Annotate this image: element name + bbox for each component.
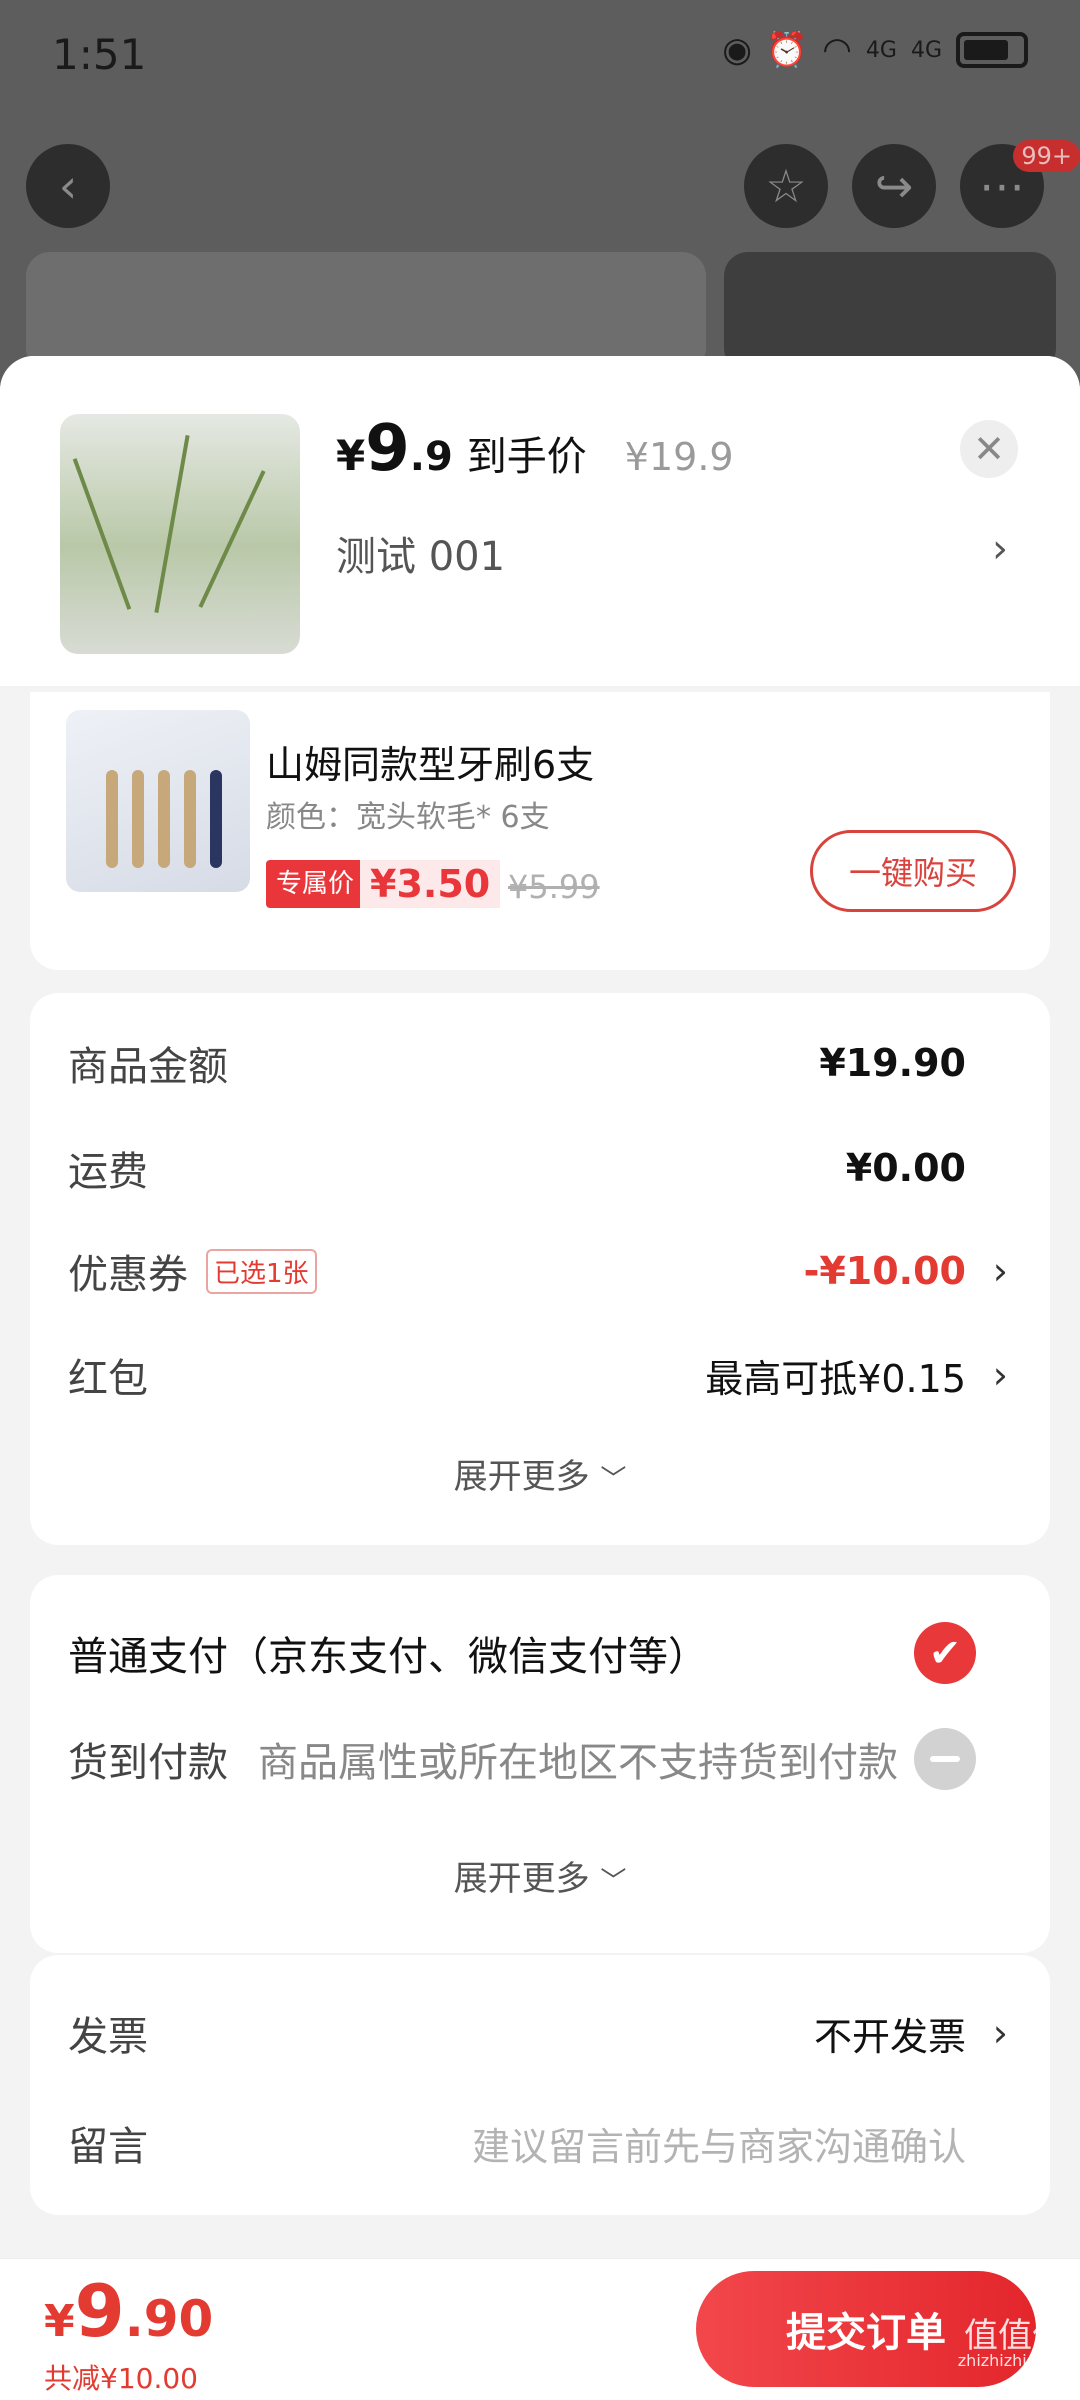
toothbrush-image	[66, 710, 250, 892]
sheet-header: ¥ 9 .9 到手价 ¥19.9 ✕ 测试 001 ›	[0, 356, 1080, 686]
status-time: 1:51	[52, 30, 147, 79]
recommend-price: ¥3.50	[360, 860, 501, 908]
back-button[interactable]: ‹	[26, 144, 110, 228]
product-thumbnail	[60, 414, 300, 654]
disabled-icon	[914, 1728, 976, 1790]
fee-row-goods: 商品金额 ¥19.90	[68, 1041, 966, 1090]
final-price-label: 到手价	[466, 434, 587, 480]
product-photo	[26, 252, 706, 372]
signal-icon: 4G	[910, 37, 942, 63]
fee-row-redpacket[interactable]: 红包 最高可抵¥0.15 ›	[68, 1345, 1012, 1405]
total-saved: 共减¥10.00	[44, 2362, 198, 2395]
chevron-right-icon[interactable]: ›	[993, 1249, 1008, 1293]
chevron-right-icon[interactable]: ›	[993, 1353, 1008, 1397]
signal-icon: 4G	[865, 37, 897, 63]
recommend-card: 山姆同款型牙刷6支 颜色：宽头软毛* 6支 专属价 ¥3.50 ¥5.99 一键…	[30, 692, 1050, 970]
payment-option-cod: 货到付款 商品属性或所在地区不支持货到付款	[68, 1728, 1012, 1790]
expand-more-button[interactable]: 展开更多 ﹀	[30, 1449, 1050, 1498]
final-price: ¥ 9 .9 到手价 ¥19.9	[336, 412, 734, 486]
expand-more-button[interactable]: 展开更多 ﹀	[30, 1851, 1050, 1900]
chevron-down-icon: ﹀	[600, 1867, 627, 1897]
status-bar: 1:51 ◉ ⏰ ◠ 4G 4G	[0, 0, 1080, 120]
one-click-buy-button[interactable]: 一键购买	[810, 830, 1016, 912]
selected-variant[interactable]: 测试 001	[336, 524, 505, 582]
battery-icon	[956, 32, 1028, 68]
chevron-right-icon[interactable]: ›	[992, 526, 1008, 572]
eye-icon: ◉	[722, 30, 752, 70]
invoice-row[interactable]: 发票 不开发票 ›	[68, 2003, 1012, 2063]
share-button[interactable]: ↪	[852, 144, 936, 228]
fee-row-coupon[interactable]: 优惠券 已选1张 -¥10.00 ›	[68, 1241, 1012, 1301]
product-photo	[724, 252, 1056, 372]
recommend-spec: 颜色：宽头软毛* 6支	[266, 800, 550, 835]
recommend-original-price: ¥5.99	[508, 868, 600, 906]
fee-card: 商品金额 ¥19.90 运费 ¥0.00 优惠券 已选1张 -¥10.00 › …	[30, 993, 1050, 1545]
fee-row-shipping: 运费 ¥0.00	[68, 1146, 966, 1195]
message-input[interactable]: 建议留言前先与商家沟通确认	[472, 2116, 966, 2171]
order-sheet: ¥ 9 .9 到手价 ¥19.9 ✕ 测试 001 › 山姆同款型牙刷6支 颜色…	[0, 356, 1080, 2400]
check-icon[interactable]: ✔	[914, 1622, 976, 1684]
coupon-selected-tag: 已选1张	[206, 1248, 317, 1294]
watermark: 值值值 zhizhizhi.com	[957, 2316, 1066, 2370]
total-price: ¥ 9 .90	[44, 2269, 214, 2353]
checkout-bar: ¥ 9 .90 共减¥10.00 提交订单 值值值 zhizhizhi.com	[0, 2258, 1080, 2400]
status-icons: ◉ ⏰ ◠ 4G 4G	[722, 30, 1028, 70]
notification-badge: 99+	[1013, 140, 1080, 172]
chevron-right-icon[interactable]: ›	[993, 2011, 1008, 2055]
close-button[interactable]: ✕	[960, 420, 1018, 478]
exclusive-price-tag: 专属价	[266, 860, 365, 908]
alarm-icon: ⏰	[765, 30, 809, 70]
original-price: ¥19.9	[624, 435, 734, 479]
payment-option-normal[interactable]: 普通支付（京东支付、微信支付等） ✔	[68, 1622, 1012, 1684]
favorite-button[interactable]: ☆	[744, 144, 828, 228]
wifi-icon: ◠	[822, 30, 852, 70]
recommend-title[interactable]: 山姆同款型牙刷6支	[266, 734, 594, 789]
message-row[interactable]: 留言 建议留言前先与商家沟通确认	[68, 2113, 1012, 2173]
chevron-down-icon: ﹀	[600, 1465, 627, 1495]
invoice-card: 发票 不开发票 › 留言 建议留言前先与商家沟通确认	[30, 1955, 1050, 2215]
payment-card: 普通支付（京东支付、微信支付等） ✔ 货到付款 商品属性或所在地区不支持货到付款…	[30, 1575, 1050, 1953]
